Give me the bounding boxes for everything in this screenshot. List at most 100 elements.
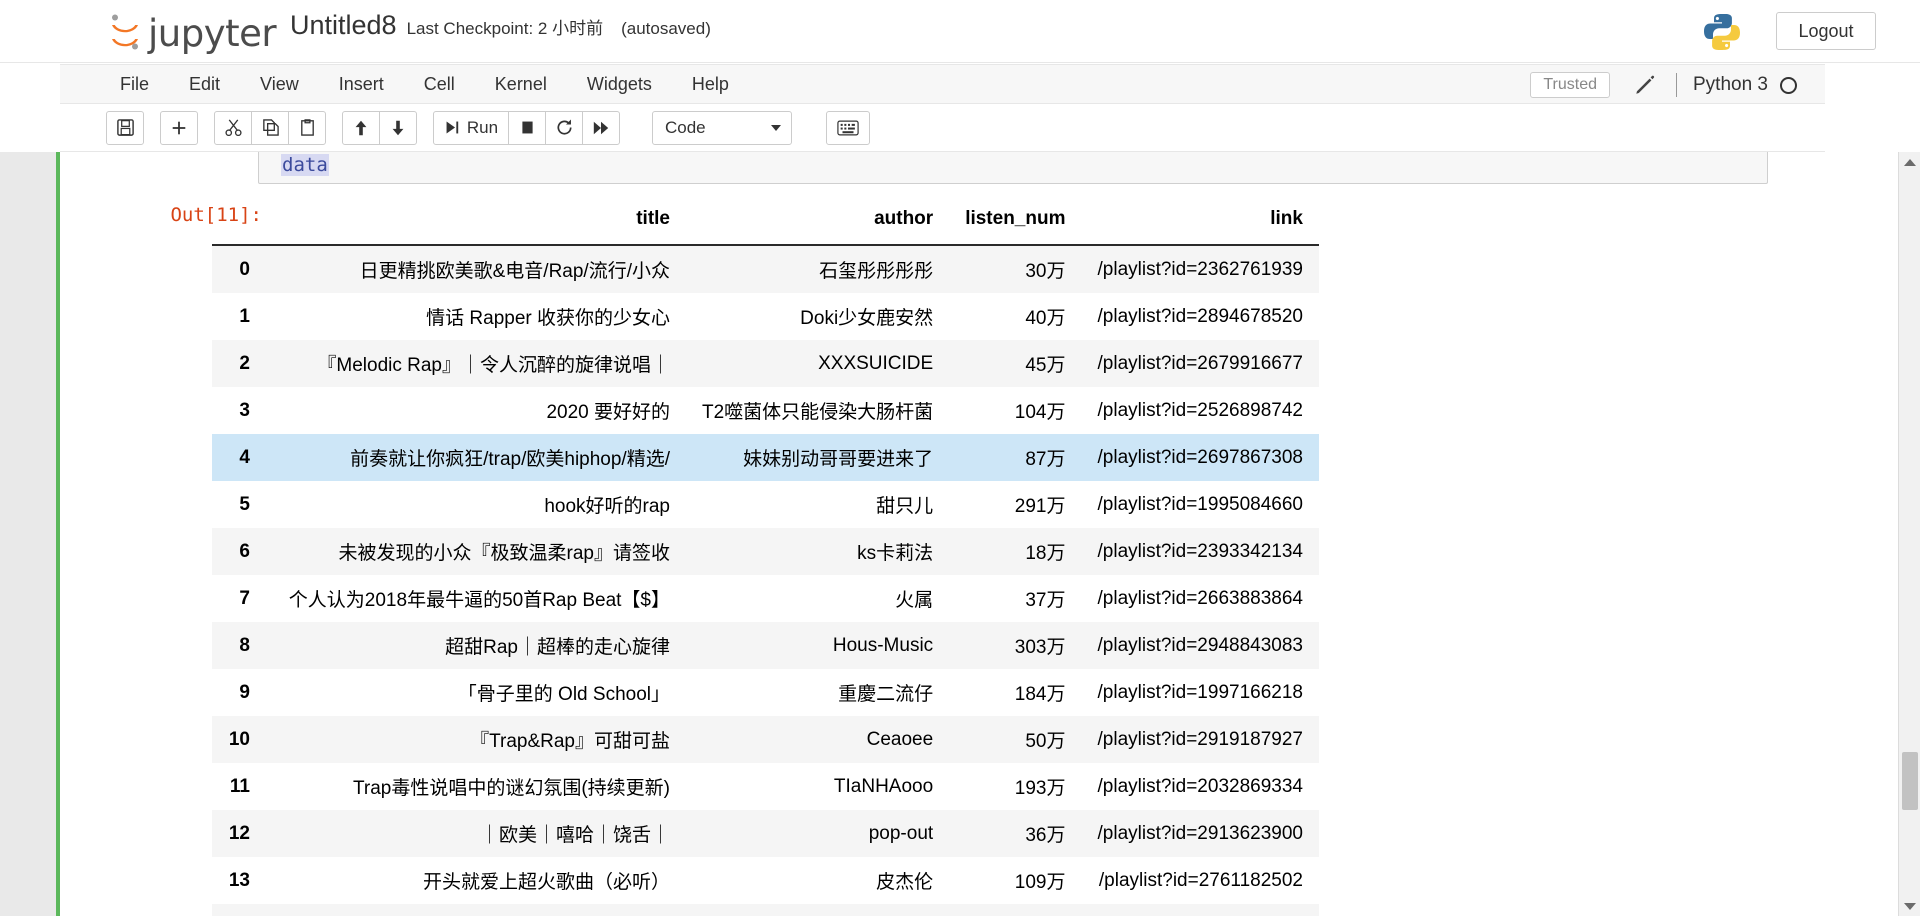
run-cell-button[interactable]: Run [433,110,509,145]
cell-link: /playlist?id=2362761939 [1097,258,1303,280]
cell-author: TIaNHAooo [833,775,934,797]
cell-author: T2噬菌体只能侵染大肠杆菌 [702,402,934,423]
cell-author: 火属 [895,590,934,611]
row-index: 8 [239,634,250,656]
dataframe-body: 0 日更精挑欧美歌&电音/Rap/流行/小众 石玺彤彤彤彤 30万/playlist?… [212,245,1319,916]
column-header-index [212,202,266,246]
table-row[interactable]: 4 前奏就让你疯狂/trap/欧美hiphop/精选/妹妹别动哥哥要进来了 87万 /… [212,434,1319,481]
save-button[interactable] [106,110,144,145]
table-row[interactable]: 2 『Melodic Rap』｜令人沉醉的旋律说唱｜ XXXSUICIDE 45万/p… [212,340,1319,387]
cell-title: 日更精挑欧美歌&电音/Rap/流行/小众 [359,261,670,282]
cell-title: 个人认为2018年最牛逼的50首Rap Beat【$】 [288,590,670,611]
cell-link: /playlist?id=2032869334 [1097,775,1303,797]
dataframe-head: title author listen_num link [212,202,1319,246]
table-row[interactable]: 10 『Trap&Rap』可甜可盐 Ceaoee 50万/playlist?id=29… [212,716,1319,763]
toolbar: Run Code [60,104,1825,152]
scroll-down-button[interactable] [1899,896,1920,916]
move-cell-down-button[interactable] [379,110,417,145]
vertical-scrollbar[interactable] [1898,152,1920,916]
trusted-badge[interactable]: Trusted [1530,72,1610,98]
cell-link: /playlist?id=2697867308 [1097,446,1303,468]
paste-cell-button[interactable] [288,110,326,145]
pencil-icon[interactable] [1632,72,1658,98]
cell-type-value: Code [665,117,706,137]
row-index: 12 [228,822,250,844]
cell-author: pop-out [868,822,934,844]
insert-cell-below-button[interactable] [160,110,198,145]
scrollbar-thumb[interactable] [1902,752,1918,810]
dataframe-table: title author listen_num link 0 日更精挑欧美歌&电音… [212,202,1319,916]
cell-title: hook好听的rap [544,496,670,517]
menu-item-kernel[interactable]: Kernel [475,64,567,104]
code-cell-input[interactable]: data [258,152,1768,184]
cell-listen-num: 30万 [1025,261,1066,282]
python-logo-icon [1700,10,1744,54]
table-row[interactable]: 8 超甜Rap｜超棒的走心旋律 Hous-Music 303万/playlist?id… [212,622,1319,669]
copy-cell-button[interactable] [251,110,289,145]
table-row[interactable]: 9 「骨子里的 Old School」 重慶二流仔 184万/playlist?id=… [212,669,1319,716]
cell-title: 开头就爱上超火歌曲（必听） [422,872,670,893]
kernel-name-label: Python 3 [1693,74,1768,95]
table-row[interactable]: 7 个人认为2018年最牛逼的50首Rap Beat【$】 火属 37万/playli… [212,575,1319,622]
cell-author: 妹妹别动哥哥要进来了 [743,449,934,470]
cut-cell-button[interactable] [214,110,252,145]
cell-link: /playlist?id=2948843083 [1097,634,1303,656]
table-row[interactable]: 6 未被发现的小众『极致温柔rap』请签收 ks卡莉法 18万/playlist?id… [212,528,1319,575]
cell-title: Trap毒性说唱中的谜幻氛围(持续更新) [352,778,670,799]
logout-button[interactable]: Logout [1776,12,1876,50]
triangle-down-icon [1904,902,1916,910]
kernel-separator [1676,73,1677,97]
jupyter-notebook-page: jupyter Untitled8 Last Checkpoint: 2 小时前… [0,0,1920,916]
cell-title: 『Trap&Rap』可甜可盐 [470,731,670,752]
table-row[interactable]: 12 ｜欧美｜嘻哈｜饶舌｜ pop-out 36万/playlist?id=29136… [212,810,1319,857]
notebook-title-area: Untitled8 Last Checkpoint: 2 小时前 (autosa… [290,10,711,54]
cell-author: XXXSUICIDE [818,352,934,374]
cell-listen-num: 184万 [1014,684,1066,705]
command-palette-button[interactable] [826,110,870,145]
cell-link: /playlist?id=2894678520 [1097,305,1303,327]
table-row[interactable]: 11 Trap毒性说唱中的谜幻氛围(持续更新) TIaNHAooo 193万/play… [212,763,1319,810]
menu-item-view[interactable]: View [240,64,319,104]
kernel-idle-circle-icon[interactable] [1780,76,1797,94]
column-header-listen-num: listen_num [949,202,1082,246]
cell-title: 前奏就让你疯狂/trap/欧美hiphop/精选/ [350,449,670,470]
restart-kernel-button[interactable] [545,110,583,145]
scroll-up-button[interactable] [1899,152,1920,172]
last-checkpoint-label: Last Checkpoint: 2 小时前 [406,19,604,38]
row-index: 5 [239,493,250,515]
cell-link: /playlist?id=2526898742 [1097,399,1303,421]
cell-link: /playlist?id=2761182502 [1098,869,1303,891]
cell-title: 未被发现的小众『极致温柔rap』请签收 [338,543,670,564]
jupyter-logo[interactable]: jupyter [108,8,318,56]
table-row[interactable]: 13 开头就爱上超火歌曲（必听） 皮杰伦 109万/playlist?id=27611… [212,857,1319,904]
table-row[interactable]: 1 情话 Rapper 收获你的少女心 Doki少女鹿安然 40万/playlist?… [212,293,1319,340]
menu-item-widgets[interactable]: Widgets [567,64,672,104]
row-index: 3 [239,399,250,421]
cell-author: Doki少女鹿安然 [800,308,934,329]
menu-item-file[interactable]: File [100,64,169,104]
autosaved-label: (autosaved) [621,19,711,38]
menu-item-help[interactable]: Help [672,64,749,104]
table-row[interactable]: 3 2020 要好好的 T2噬菌体只能侵染大肠杆菌 104万/playlist?id=… [212,387,1319,434]
move-cell-up-button[interactable] [342,110,380,145]
cell-author: ks卡莉法 [857,543,934,564]
restart-run-all-button[interactable] [582,110,620,145]
jupyter-logo-text: jupyter [148,11,277,55]
table-row[interactable]: 5 hook好听的rap 甜只儿 291万/playlist?id=199508466… [212,481,1319,528]
notebook-body: data Out[11]: title author listen_num li… [0,152,1920,916]
cell-listen-num: 401万 [949,904,1081,916]
menu-item-cell[interactable]: Cell [404,64,475,104]
menu-item-edit[interactable]: Edit [169,64,240,104]
dataframe-output[interactable]: title author listen_num link 0 日更精挑欧美歌&电音… [212,202,1782,916]
menu-item-insert[interactable]: Insert [319,64,404,104]
table-row[interactable]: 0 日更精挑欧美歌&电音/Rap/流行/小众 石玺彤彤彤彤 30万/playlist?… [212,245,1319,293]
cell-type-select[interactable]: Code [652,110,792,145]
table-row[interactable]: 14【Rap】说唱嘛 跟着晃就完事了HolyGrail98888401万/pla… [212,904,1319,916]
toolbar-group-save [106,110,144,145]
cell-listen-num: 303万 [1014,637,1066,658]
cell-listen-num: 37万 [1025,590,1066,611]
cell-listen-num: 45万 [1025,355,1066,376]
interrupt-kernel-button[interactable] [508,110,546,145]
notebook-name[interactable]: Untitled8 [290,10,397,41]
notebook-header: jupyter Untitled8 Last Checkpoint: 2 小时前… [0,0,1920,63]
